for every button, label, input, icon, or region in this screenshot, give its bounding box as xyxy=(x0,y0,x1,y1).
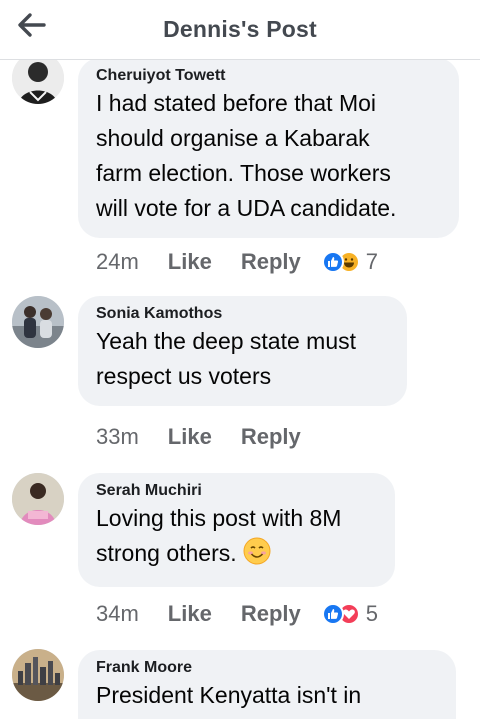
like-button[interactable]: Like xyxy=(168,601,212,627)
comment-text: Loving this post with 8M strong others. xyxy=(96,501,377,575)
reply-button[interactable]: Reply xyxy=(241,424,301,450)
reaction-count: 7 xyxy=(365,249,378,274)
like-button[interactable]: Like xyxy=(168,424,212,450)
comment-author[interactable]: Serah Muchiri xyxy=(96,481,377,501)
like-reaction-icon xyxy=(321,251,344,273)
avatar[interactable] xyxy=(12,296,64,348)
avatar[interactable] xyxy=(12,473,64,525)
reaction-count: 5 xyxy=(365,601,378,626)
comment-line: Yeah the deep state must xyxy=(96,328,357,354)
comment-time[interactable]: 34m xyxy=(96,601,139,627)
comment-line: Loving this post with 8M xyxy=(96,505,342,531)
reactions-summary[interactable]: 7 xyxy=(321,249,378,275)
comments-feed[interactable]: Cheruiyot Towett I had stated before tha… xyxy=(0,0,480,719)
comment-time[interactable]: 24m xyxy=(96,249,139,275)
comment-actions: 34m Like Reply 5 xyxy=(96,599,378,629)
comment-bubble: Cheruiyot Towett I had stated before tha… xyxy=(78,58,459,238)
avatar-photo xyxy=(12,473,64,525)
comment-line: farm election. Those workers xyxy=(96,160,391,186)
comment-bubble: Serah Muchiri Loving this post with 8M s… xyxy=(78,473,395,587)
reactions-summary[interactable]: 5 xyxy=(321,601,378,627)
comment-line: will vote for a UDA candidate. xyxy=(96,195,397,221)
like-reaction-icon xyxy=(321,603,344,625)
comment-author[interactable]: Sonia Kamothos xyxy=(96,304,389,324)
comment-line: President Kenyatta isn't in xyxy=(96,682,362,708)
top-app-bar: Dennis's Post xyxy=(0,0,480,60)
comment-line: strong others. xyxy=(96,536,377,575)
comment-text: President Kenyatta isn't in xyxy=(96,678,438,713)
comment-line: should organise a Kabarak xyxy=(96,125,370,151)
comment-line: respect us voters xyxy=(96,363,272,389)
comment-author[interactable]: Cheruiyot Towett xyxy=(96,66,441,86)
reply-button[interactable]: Reply xyxy=(241,249,301,275)
comment-actions: 33m Like Reply xyxy=(96,422,330,452)
comment-actions: 24m Like Reply 7 xyxy=(96,247,378,277)
smiling-face-emoji-icon xyxy=(243,537,271,575)
comment-author[interactable]: Frank Moore xyxy=(96,658,438,678)
comment-bubble: Frank Moore President Kenyatta isn't in xyxy=(78,650,456,719)
comment-text: Yeah the deep state must respect us vote… xyxy=(96,324,389,394)
page-title: Dennis's Post xyxy=(163,16,317,42)
comment-text: I had stated before that Moi should orga… xyxy=(96,86,441,226)
comment-line-text: strong others. xyxy=(96,540,237,566)
avatar-photo xyxy=(12,649,64,701)
avatar[interactable] xyxy=(12,649,64,701)
comment-bubble: Sonia Kamothos Yeah the deep state must … xyxy=(78,296,407,406)
like-button[interactable]: Like xyxy=(168,249,212,275)
avatar-photo xyxy=(12,296,64,348)
reply-button[interactable]: Reply xyxy=(241,601,301,627)
comment-line: I had stated before that Moi xyxy=(96,90,377,116)
comment-time[interactable]: 33m xyxy=(96,424,139,450)
